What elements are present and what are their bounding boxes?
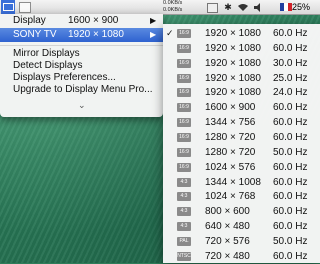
resolution-label: 1024 × 768 — [205, 191, 256, 203]
refresh-rate-label: 60.0 Hz — [273, 221, 308, 233]
resolution-label: 1344 × 756 — [205, 117, 256, 129]
mirror-displays-item[interactable]: Mirror Displays — [13, 48, 80, 60]
aspect-badge-icon: 4:3 — [177, 192, 191, 202]
resolution-item[interactable]: 16:9 1280 × 720 60.0 Hz — [163, 130, 320, 145]
refresh-rate-label: 60.0 Hz — [273, 131, 308, 143]
resolution-label: 800 × 600 — [205, 206, 250, 218]
refresh-rate-label: 60.0 Hz — [273, 117, 308, 129]
resolution-item[interactable]: 16:9 1024 × 576 60.0 Hz — [163, 160, 320, 175]
refresh-rate-label: 24.0 Hz — [273, 87, 308, 99]
submenu-arrow-icon: ▶ — [150, 30, 157, 39]
resolution-item[interactable]: 16:9 1600 × 900 60.0 Hz — [163, 100, 320, 115]
resolution-item[interactable]: 16:9 1920 × 1080 24.0 Hz — [163, 85, 320, 100]
resolution-item[interactable]: 16:9 1280 × 720 50.0 Hz — [163, 145, 320, 160]
displays-preferences-item[interactable]: Displays Preferences... — [13, 72, 116, 84]
aspect-badge-icon: NTSC — [177, 251, 191, 261]
refresh-rate-label: 50.0 Hz — [273, 146, 308, 158]
checkmark-icon: ✓ — [166, 28, 174, 38]
detect-displays-item[interactable]: Detect Displays — [13, 60, 82, 72]
resolution-label: 1344 × 1008 — [205, 176, 261, 188]
display-menu: Display 1600 × 900 ▶ SONY TV 1920 × 1080… — [0, 14, 163, 117]
resolution-item[interactable]: PAL 720 × 576 50.0 Hz — [163, 234, 320, 249]
window-icon[interactable] — [17, 0, 31, 14]
resolution-label: 1024 × 576 — [205, 161, 256, 173]
resolution-label: 1920 × 1080 — [205, 28, 261, 39]
aspect-badge-icon: 16:9 — [177, 147, 191, 157]
resolution-label: 1280 × 720 — [205, 146, 256, 158]
battery-percent[interactable]: 25% — [292, 0, 310, 14]
refresh-rate-label: 60.0 Hz — [273, 161, 308, 173]
upgrade-item[interactable]: Upgrade to Display Menu Pro... — [13, 84, 153, 96]
resolution-label: 720 × 576 — [205, 235, 250, 247]
activity-icon[interactable] — [207, 3, 218, 13]
bluetooth-icon[interactable]: ✱ — [222, 0, 234, 14]
aspect-badge-icon: 4:3 — [177, 207, 191, 217]
aspect-badge-icon: 4:3 — [177, 177, 191, 187]
display-menu-icon[interactable] — [1, 0, 15, 14]
refresh-rate-label: 60.0 Hz — [273, 28, 308, 39]
resolution-label: 1920 × 1080 — [205, 72, 261, 84]
volume-icon[interactable] — [253, 0, 265, 14]
aspect-badge-icon: 16:9 — [177, 58, 191, 68]
refresh-rate-label: 25.0 Hz — [273, 72, 308, 84]
resolution-item[interactable]: ✓ 16:9 1920 × 1080 60.0 Hz — [163, 26, 320, 41]
sony-tv-row[interactable]: SONY TV 1920 × 1080 ▶ — [0, 28, 163, 42]
refresh-rate-label: 60.0 Hz — [273, 206, 308, 218]
resolution-label: 720 × 480 — [205, 250, 250, 262]
aspect-badge-icon: 16:9 — [177, 43, 191, 53]
resolution-label: 1280 × 720 — [205, 131, 256, 143]
resolution-item[interactable]: 16:9 1920 × 1080 30.0 Hz — [163, 56, 320, 71]
refresh-rate-label: 50.0 Hz — [273, 235, 308, 247]
aspect-badge-icon: 4:3 — [177, 222, 191, 232]
refresh-rate-label: 30.0 Hz — [273, 57, 308, 69]
resolution-item[interactable]: 16:9 1920 × 1080 60.0 Hz — [163, 41, 320, 56]
display-row[interactable]: Display 1600 × 900 ▶ — [0, 14, 163, 28]
aspect-badge-icon: 16:9 — [177, 73, 191, 83]
separator — [0, 45, 163, 46]
resolution-item[interactable]: NTSC 720 × 480 60.0 Hz — [163, 249, 320, 264]
refresh-rate-label: 60.0 Hz — [273, 102, 308, 114]
more-chevron-icon[interactable]: ⌄ — [78, 100, 86, 111]
submenu-arrow-icon: ▶ — [150, 16, 157, 25]
network-monitor[interactable]: 0.0KB/s 0.0KB/s — [163, 0, 182, 13]
refresh-rate-label: 60.0 Hz — [273, 42, 308, 54]
resolution-item[interactable]: 4:3 640 × 480 60.0 Hz — [163, 219, 320, 234]
resolution-item[interactable]: 16:9 1920 × 1080 25.0 Hz — [163, 71, 320, 86]
wifi-icon[interactable] — [236, 0, 250, 14]
menu-bar: 0.0KB/s 0.0KB/s ✱ 25% — [0, 0, 320, 15]
aspect-badge-icon: 16:9 — [177, 103, 191, 113]
aspect-badge-icon: PAL — [177, 236, 191, 246]
resolution-item[interactable]: 16:9 1344 × 756 60.0 Hz — [163, 115, 320, 130]
net-upload: 0.0KB/s — [163, 0, 183, 6]
refresh-rate-label: 60.0 Hz — [273, 176, 308, 188]
resolution-label: 1920 × 1080 — [205, 42, 261, 54]
net-download: 0.0KB/s — [163, 6, 183, 13]
aspect-badge-icon: 16:9 — [177, 29, 191, 38]
resolution-label: 1920 × 1080 — [205, 57, 261, 69]
refresh-rate-label: 60.0 Hz — [273, 250, 308, 262]
aspect-badge-icon: 16:9 — [177, 88, 191, 98]
resolution-item[interactable]: 4:3 1024 × 768 60.0 Hz — [163, 189, 320, 204]
resolution-label: 640 × 480 — [205, 221, 250, 233]
resolution-item[interactable]: 4:3 1344 × 1008 60.0 Hz — [163, 175, 320, 190]
input-source-flag-icon[interactable] — [280, 3, 292, 11]
refresh-rate-label: 60.0 Hz — [273, 191, 308, 203]
aspect-badge-icon: 16:9 — [177, 118, 191, 128]
aspect-badge-icon: 16:9 — [177, 132, 191, 142]
resolution-label: 1920 × 1080 — [205, 87, 261, 99]
aspect-badge-icon: 16:9 — [177, 162, 191, 172]
resolution-item[interactable]: 4:3 800 × 600 60.0 Hz — [163, 204, 320, 219]
resolution-label: 1600 × 900 — [205, 102, 256, 114]
resolution-submenu: ✓ 16:9 1920 × 1080 60.0 Hz 16:9 1920 × 1080 60… — [163, 24, 320, 263]
